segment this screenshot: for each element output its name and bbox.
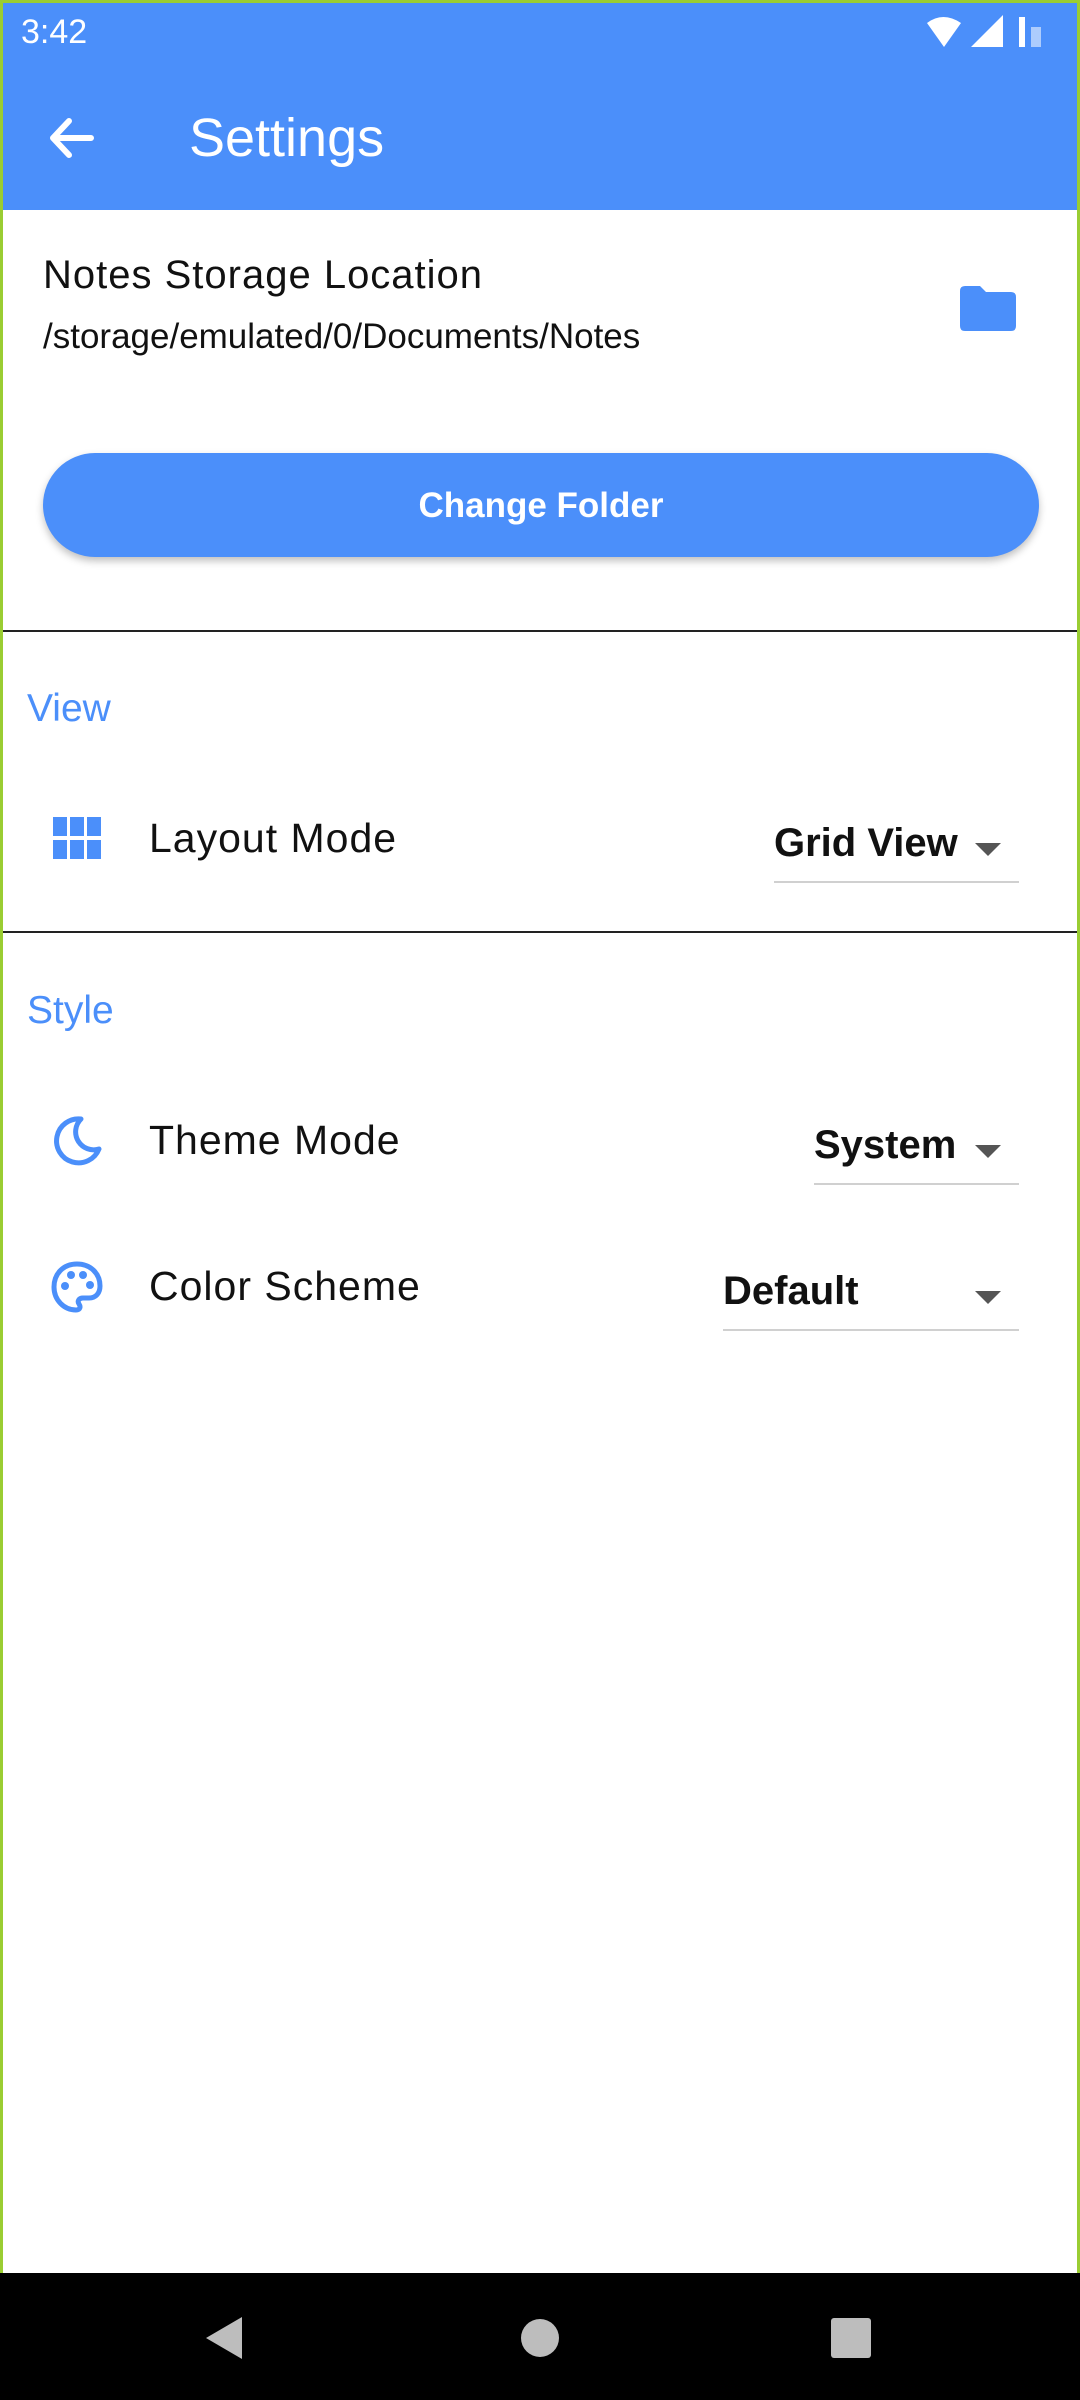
moon-icon [54,1116,102,1166]
back-triangle-icon[interactable] [192,2303,262,2373]
layout-mode-label: Layout Mode [149,815,398,861]
folder-icon[interactable] [958,283,1018,333]
back-button[interactable] [39,103,109,173]
chevron-down-icon [975,1145,1001,1158]
storage-path: /storage/emulated/0/Documents/Notes [43,317,641,356]
storage-label: Notes Storage Location [43,253,484,297]
battery-icon [1019,17,1025,47]
change-folder-button[interactable]: Change Folder [43,453,1039,557]
signal-icon [971,15,1003,47]
grid-icon [53,817,101,859]
page-title: Settings [189,108,385,168]
divider [3,630,1077,632]
layout-mode-dropdown[interactable]: Grid View [774,813,1019,883]
theme-mode-label: Theme Mode [149,1117,401,1163]
status-icons [927,15,1041,47]
theme-mode-dropdown[interactable]: System [814,1115,1019,1185]
home-circle-icon[interactable] [505,2303,575,2373]
theme-mode-value: System [814,1123,957,1167]
wifi-icon [927,17,961,47]
section-header-view: View [27,687,111,730]
color-scheme-dropdown[interactable]: Default [723,1261,1019,1331]
status-time: 3:42 [21,13,88,51]
color-scheme-label: Color Scheme [149,1263,421,1309]
recents-square-icon[interactable] [816,2303,886,2373]
section-header-style: Style [27,989,114,1032]
app-bar: 3:42 Settings [3,3,1077,210]
chevron-down-icon [975,843,1001,856]
chevron-down-icon [975,1291,1001,1304]
color-scheme-value: Default [723,1269,859,1313]
system-nav-bar [0,2273,1080,2400]
settings-screen: 3:42 Settings Notes Storage Location /st… [0,0,1080,2273]
layout-mode-value: Grid View [774,821,958,865]
divider [3,931,1077,933]
palette-icon [51,1261,103,1313]
